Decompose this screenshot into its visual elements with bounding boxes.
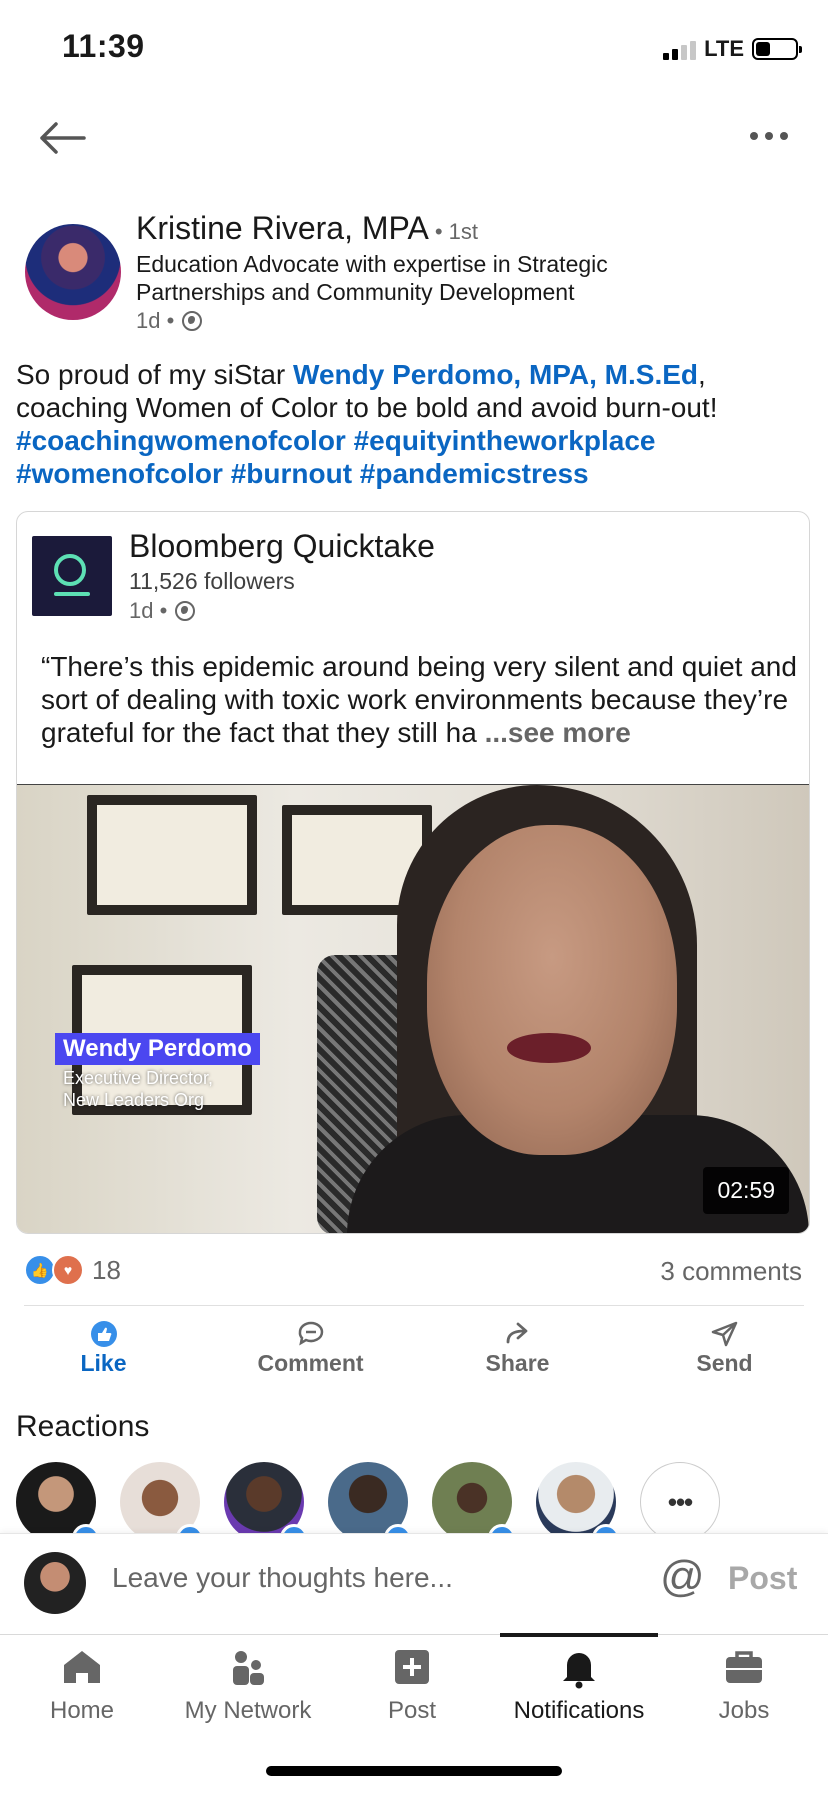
plus-square-icon (395, 1650, 429, 1684)
send-icon (711, 1321, 737, 1347)
author-name-row[interactable]: Kristine Rivera, MPA • 1st (136, 210, 478, 247)
like-button[interactable]: Like (0, 1320, 207, 1380)
video-duration: 02:59 (703, 1167, 789, 1214)
post-timestamp: 1d • (136, 308, 203, 334)
status-time: 11:39 (62, 28, 145, 64)
shared-source-followers: 11,526 followers (129, 568, 295, 594)
lower-third-name: Wendy Perdomo (55, 1033, 260, 1065)
nav-post[interactable]: Post (372, 1635, 452, 1725)
reaction-summary[interactable]: 👍 ♥ 18 (24, 1254, 121, 1286)
home-icon (64, 1651, 100, 1683)
video-player[interactable]: Wendy Perdomo Executive Director, New Le… (17, 784, 809, 1233)
globe-icon (182, 311, 203, 331)
more-reactors-button[interactable]: ••• (640, 1462, 720, 1542)
reactor-avatar[interactable] (16, 1462, 100, 1552)
send-label: Send (696, 1350, 753, 1376)
arrow-left-icon (40, 122, 86, 154)
signal-icon (663, 38, 697, 60)
hashtag-link[interactable]: #pandemicstress (360, 458, 589, 489)
briefcase-icon (726, 1651, 762, 1683)
like-label: Like (80, 1350, 127, 1376)
home-indicator (266, 1766, 562, 1776)
dot-icon (765, 132, 773, 140)
reactor-avatar[interactable] (328, 1462, 412, 1552)
network-label: LTE (704, 36, 744, 61)
post-comment-button[interactable]: Post (728, 1560, 797, 1597)
nav-home[interactable]: Home (42, 1635, 122, 1725)
thumbs-up-icon (90, 1321, 117, 1347)
author-name[interactable]: Kristine Rivera, MPA (136, 210, 429, 246)
shared-post-card[interactable]: Bloomberg Quicktake 11,526 followers 1d … (16, 511, 810, 1234)
reactions-heading: Reactions (16, 1410, 150, 1443)
more-options-button[interactable] (750, 132, 788, 140)
post-action-bar: Like Comment Share Send (0, 1320, 828, 1380)
nav-jobs-label: Jobs (718, 1697, 770, 1724)
share-icon (506, 1322, 527, 1344)
diploma-frame (87, 795, 257, 915)
divider (24, 1305, 804, 1306)
speaker-face (427, 825, 677, 1155)
status-indicators: LTE (663, 36, 802, 62)
dot-icon (750, 132, 758, 140)
post-text-intro: So proud of my siStar (16, 359, 294, 390)
reaction-count: 18 (92, 1254, 121, 1285)
shared-timestamp: 1d • (129, 598, 196, 624)
nav-post-label: Post (387, 1697, 437, 1724)
nav-notifications-label: Notifications (513, 1697, 645, 1724)
globe-icon (175, 601, 196, 621)
mention-at-icon[interactable]: @ (660, 1552, 705, 1602)
send-button[interactable]: Send (621, 1320, 828, 1380)
comment-button[interactable]: Comment (207, 1320, 414, 1380)
nav-jobs[interactable]: Jobs (704, 1635, 784, 1725)
hashtag-link[interactable]: #womenofcolor (16, 458, 223, 489)
reactors-list: ••• (16, 1462, 720, 1552)
comment-label: Comment (257, 1350, 364, 1376)
shared-source-name[interactable]: Bloomberg Quicktake (129, 528, 435, 565)
author-avatar[interactable] (25, 224, 121, 320)
mention-link[interactable]: Wendy Perdomo, MPA, M.S.Ed (293, 359, 698, 390)
comment-input[interactable]: Leave your thoughts here... (112, 1562, 453, 1594)
nav-home-label: Home (49, 1697, 115, 1724)
see-more-link[interactable]: ...see more (485, 717, 631, 748)
bell-icon (563, 1653, 595, 1689)
comments-count[interactable]: 3 comments (660, 1256, 802, 1287)
share-label: Share (485, 1350, 550, 1376)
shared-quote-text: “There’s this epidemic around being very… (41, 651, 797, 748)
lower-third-title-line: Executive Director, (63, 1068, 214, 1088)
reactor-avatar[interactable] (536, 1462, 620, 1552)
hashtag-link[interactable]: #equityintheworkplace (354, 425, 656, 456)
comment-icon (298, 1321, 323, 1346)
back-button[interactable] (36, 118, 88, 158)
current-user-avatar (24, 1552, 86, 1614)
lower-third-title: Executive Director, New Leaders Org (63, 1067, 213, 1111)
share-button[interactable]: Share (414, 1320, 621, 1380)
bloomberg-quicktake-logo[interactable] (32, 536, 112, 616)
post-time: 1d • (136, 308, 175, 333)
post-body: So proud of my siStar Wendy Perdomo, MPA… (16, 358, 816, 490)
people-icon (233, 1651, 264, 1685)
connection-degree: • 1st (434, 219, 478, 244)
dot-icon (780, 132, 788, 140)
author-headline: Education Advocate with expertise in Str… (136, 251, 608, 305)
reactor-avatar[interactable] (432, 1462, 516, 1552)
comment-composer: Leave your thoughts here... @ Post (0, 1533, 828, 1634)
nav-notifications[interactable]: Notifications (504, 1635, 654, 1725)
shared-quote: “There’s this epidemic around being very… (41, 650, 797, 749)
hashtag-link[interactable]: #burnout (231, 458, 352, 489)
nav-my-network-label: My Network (184, 1697, 312, 1724)
speaker-lips (507, 1033, 591, 1063)
reactor-avatar[interactable] (120, 1462, 204, 1552)
lower-third-title-line: New Leaders Org (63, 1090, 205, 1110)
battery-icon (752, 38, 802, 60)
love-reaction-icon: ♥ (52, 1254, 84, 1286)
nav-my-network[interactable]: My Network (178, 1635, 318, 1725)
shared-time: 1d • (129, 598, 168, 623)
reactor-avatar[interactable] (224, 1462, 308, 1552)
hashtag-link[interactable]: #coachingwomenofcolor (16, 425, 346, 456)
